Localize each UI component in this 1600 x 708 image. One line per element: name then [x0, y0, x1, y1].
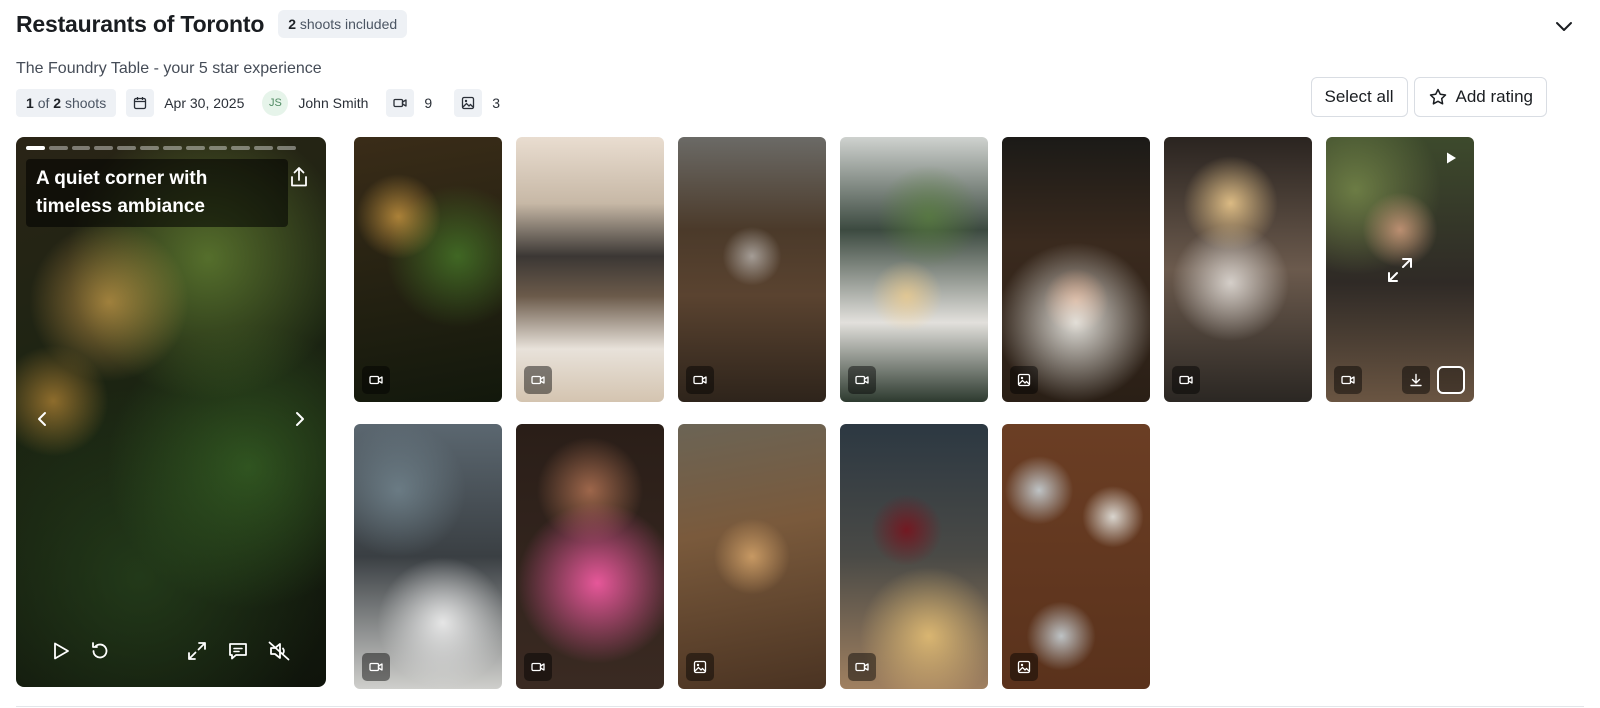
- comment-icon[interactable]: [227, 640, 249, 667]
- photo-icon: [1010, 653, 1038, 681]
- video-count: 9: [424, 95, 433, 111]
- photo-count: 3: [492, 95, 501, 111]
- fullscreen-icon[interactable]: [186, 640, 208, 667]
- progress-segment: [185, 146, 205, 150]
- shoot-pager: 1 of 2 shoots: [16, 89, 117, 117]
- toolbar-actions: Select all Add rating: [1310, 77, 1547, 117]
- shoot-label: shoots: [64, 95, 107, 111]
- media-thumbnail[interactable]: [678, 424, 826, 689]
- progress-segment: [48, 146, 68, 150]
- download-icon[interactable]: [1402, 366, 1430, 394]
- add-rating-button[interactable]: Add rating: [1413, 77, 1547, 117]
- progress-segment: [254, 146, 274, 150]
- user-name: John Smith: [298, 95, 369, 111]
- media-thumbnail[interactable]: [1164, 137, 1312, 402]
- expand-icon[interactable]: [1385, 255, 1415, 290]
- progress-segment: [231, 146, 251, 150]
- calendar-icon: [126, 89, 155, 117]
- play-icon[interactable]: [50, 640, 72, 667]
- chevron-left-icon[interactable]: [34, 410, 52, 433]
- video-icon: [524, 653, 552, 681]
- share-icon[interactable]: [288, 165, 310, 194]
- photo-icon: [686, 653, 714, 681]
- video-icon: [362, 366, 390, 394]
- chevron-right-icon[interactable]: [290, 410, 308, 433]
- play-icon: [1444, 151, 1458, 170]
- progress-segment: [140, 146, 159, 150]
- star-icon: [1429, 88, 1446, 105]
- select-all-button[interactable]: Select all: [1310, 77, 1408, 117]
- shoots-badge: 2 shoots included: [278, 10, 408, 38]
- story-progress: [26, 146, 296, 150]
- mute-icon[interactable]: [267, 640, 291, 667]
- shoot-date: Apr 30, 2025: [164, 95, 245, 111]
- progress-segment: [277, 146, 296, 150]
- media-thumbnail[interactable]: [1002, 137, 1150, 402]
- media-player[interactable]: A quiet corner with timeless ambiance: [16, 137, 326, 687]
- shoot-of: of: [37, 95, 50, 111]
- media-thumbnail-hovered[interactable]: [1326, 137, 1474, 402]
- replay-icon[interactable]: [89, 640, 111, 667]
- progress-segment: [71, 146, 91, 150]
- video-icon: [1334, 366, 1362, 394]
- video-icon: [1172, 366, 1200, 394]
- video-icon: [386, 89, 415, 117]
- shoots-badge-count: 2: [288, 16, 296, 32]
- video-icon: [524, 366, 552, 394]
- shoots-badge-label: shoots included: [299, 16, 398, 32]
- photo-icon: [1010, 366, 1038, 394]
- media-thumbnail[interactable]: [840, 137, 988, 402]
- page-title: Restaurants of Toronto: [16, 10, 265, 37]
- chevron-down-icon[interactable]: [1552, 14, 1576, 38]
- media-thumbnail[interactable]: [516, 424, 664, 689]
- media-thumbnail[interactable]: [516, 137, 664, 402]
- shoot-subtitle: The Foundry Table - your 5 star experien…: [16, 60, 322, 77]
- progress-segment: [208, 146, 228, 150]
- shoot-current: 1: [26, 95, 34, 111]
- media-thumbnail[interactable]: [840, 424, 988, 689]
- video-icon: [848, 653, 876, 681]
- avatar: JS: [262, 90, 289, 116]
- media-thumbnail[interactable]: [678, 137, 826, 402]
- progress-segment: [94, 146, 114, 150]
- video-icon: [362, 653, 390, 681]
- progress-segment: [162, 146, 182, 150]
- progress-segment: [26, 146, 45, 150]
- shoot-total: 2: [53, 95, 62, 111]
- video-icon: [686, 366, 714, 394]
- photo-icon: [454, 89, 483, 117]
- section-divider: [16, 706, 1584, 707]
- media-thumbnail[interactable]: [354, 137, 502, 402]
- progress-segment: [117, 146, 137, 150]
- player-caption: A quiet corner with timeless ambiance: [26, 159, 288, 227]
- video-icon: [848, 366, 876, 394]
- media-thumbnail[interactable]: [354, 424, 502, 689]
- select-checkbox[interactable]: [1437, 366, 1465, 394]
- shoot-meta: 1 of 2 shoots Apr 30, 2025 JS John Smith…: [16, 89, 500, 117]
- section-header: Restaurants of Toronto 2 shoots included: [16, 8, 1584, 40]
- media-thumbnail[interactable]: [1002, 424, 1150, 689]
- add-rating-label: Add rating: [1455, 87, 1534, 106]
